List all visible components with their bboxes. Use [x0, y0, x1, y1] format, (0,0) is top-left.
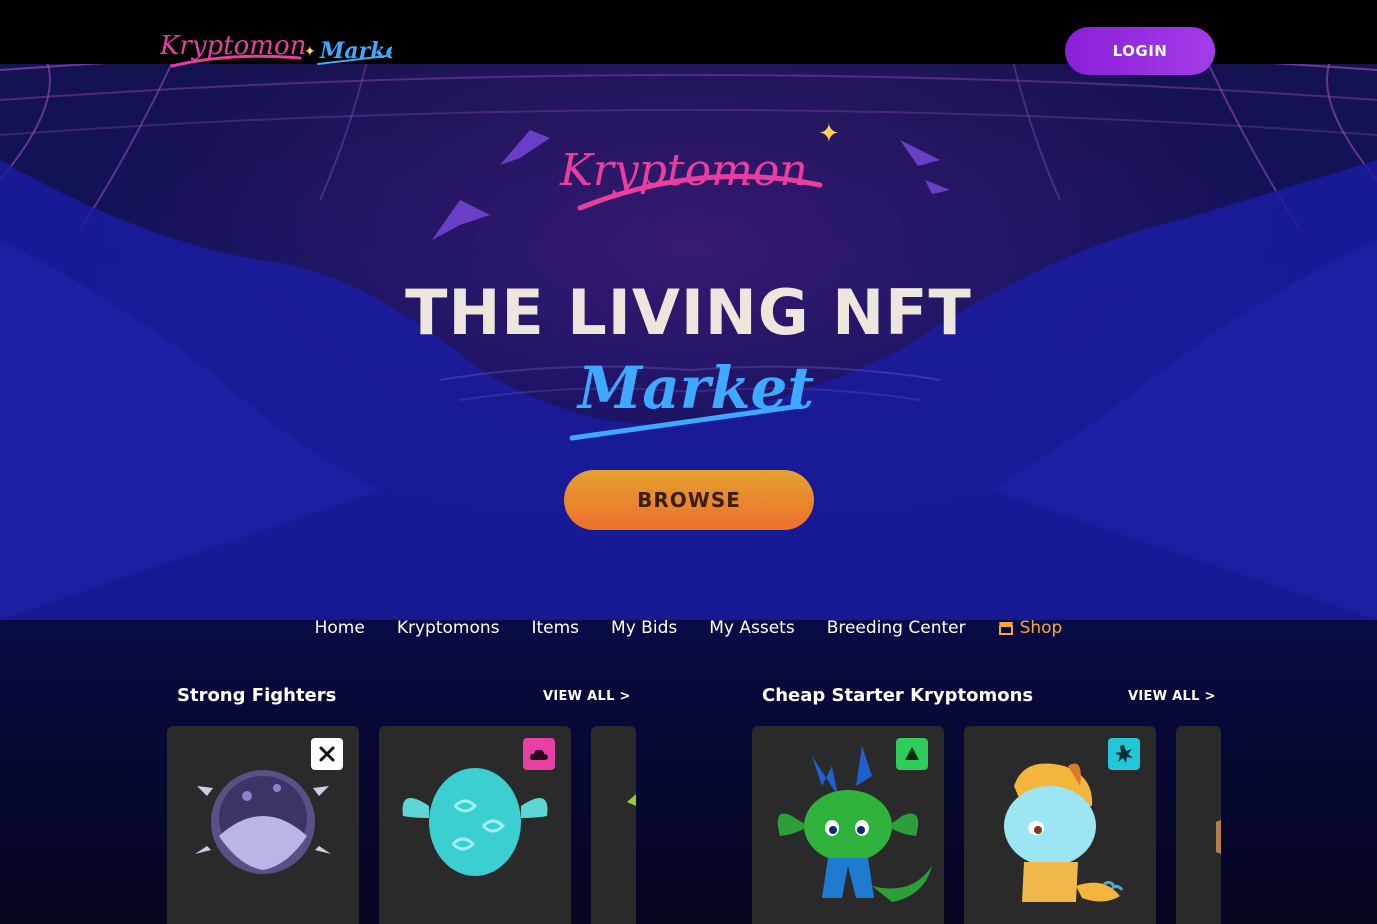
x-icon: [319, 746, 335, 762]
nav-kryptomons[interactable]: Kryptomons: [397, 618, 500, 638]
svg-text:✦: ✦: [818, 119, 840, 149]
type-badge: [896, 738, 928, 770]
kryptomon-hero-logo: Kryptomon ✦: [432, 119, 950, 240]
type-badge: [311, 738, 343, 770]
nav-home[interactable]: Home: [315, 618, 365, 638]
nav-shop[interactable]: Shop: [998, 618, 1063, 638]
view-all-cheap-starter[interactable]: VIEW ALL >: [1128, 689, 1216, 704]
login-button[interactable]: LOGIN: [1065, 27, 1215, 75]
card-strong-fighter-partial[interactable]: [591, 726, 636, 924]
nav-breeding-center[interactable]: Breeding Center: [827, 618, 966, 638]
triangle-icon: [905, 747, 919, 760]
browse-button[interactable]: BROWSE: [564, 470, 814, 530]
svg-text:Kryptomon: Kryptomon: [559, 145, 808, 196]
svg-text:Market: Market: [576, 354, 814, 422]
type-badge: [1108, 738, 1140, 770]
shop-icon: [998, 622, 1013, 635]
nav-my-assets[interactable]: My Assets: [709, 618, 794, 638]
hero-market-script: Market: [569, 354, 814, 441]
card-strong-fighter-2[interactable]: [379, 726, 571, 924]
card-strong-fighter-1[interactable]: [167, 726, 359, 924]
kryptomon-market-logo[interactable]: Kryptomon ✦ Market: [160, 18, 392, 74]
svg-text:✦: ✦: [304, 44, 316, 60]
card-starter-1[interactable]: [752, 726, 944, 924]
section-title-strong-fighters: Strong Fighters: [177, 685, 337, 706]
partial-creature-image: [627, 794, 636, 806]
view-all-strong-fighters[interactable]: VIEW ALL >: [543, 689, 631, 704]
burst-icon: [1115, 745, 1133, 763]
nav-shop-label: Shop: [1019, 618, 1063, 638]
main-nav: Home Kryptomons Items My Bids My Assets …: [0, 618, 1377, 638]
card-starter-partial[interactable]: [1176, 726, 1221, 924]
type-badge: [523, 738, 555, 770]
card-starter-2[interactable]: [964, 726, 1156, 924]
nav-my-bids[interactable]: My Bids: [611, 618, 677, 638]
partial-creature-image: [1216, 820, 1221, 854]
nav-items[interactable]: Items: [531, 618, 579, 638]
section-title-cheap-starter: Cheap Starter Kryptomons: [762, 685, 1034, 706]
cloud-icon: [529, 749, 548, 760]
